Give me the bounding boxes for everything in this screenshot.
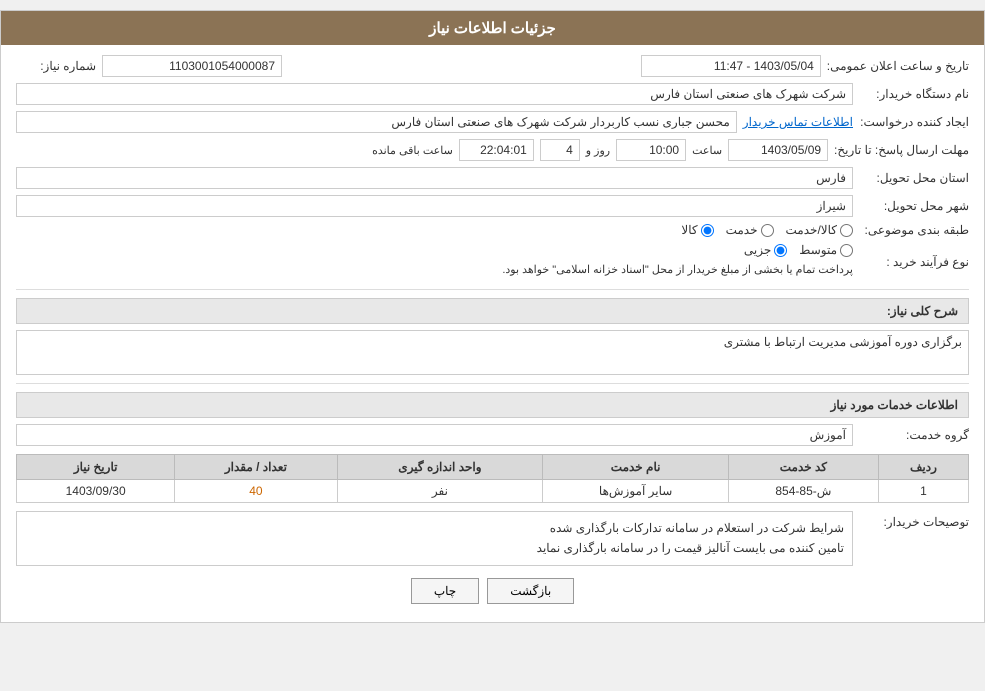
buyer-notes-line1: شرایط شرکت در استعلام در سامانه تدارکات … [25, 518, 844, 538]
creator-link[interactable]: اطلاعات تماس خریدار [743, 115, 853, 129]
deadline-date: 1403/05/09 [728, 139, 828, 161]
description-section-header: شرح کلی نیاز: [16, 298, 969, 324]
process-label-1: جزیی [744, 243, 771, 257]
deadline-remaining-label: ساعت باقی مانده [372, 144, 453, 157]
category-label-3: کالا/خدمت [786, 223, 837, 237]
process-radio-1[interactable] [774, 244, 787, 257]
header-row: تاریخ و ساعت اعلان عمومی: 1403/05/04 - 1… [16, 55, 969, 77]
category-option-1: کالا [681, 223, 713, 237]
services-table: ردیف کد خدمت نام خدمت واحد اندازه گیری ت… [16, 454, 969, 503]
service-group-value: آموزش [16, 424, 853, 446]
page-title: جزئیات اطلاعات نیاز [1, 11, 984, 45]
announce-value: 1403/05/04 - 11:47 [641, 55, 821, 77]
province-row: استان محل تحویل: فارس [16, 167, 969, 189]
services-table-section: ردیف کد خدمت نام خدمت واحد اندازه گیری ت… [16, 454, 969, 503]
category-row: طبقه بندی موضوعی: کالا/خدمت خدمت کالا [16, 223, 969, 237]
process-label: نوع فرآیند خرید : [859, 255, 969, 269]
creator-label: ایجاد کننده درخواست: [859, 115, 969, 129]
process-row: نوع فرآیند خرید : متوسط جزیی پرداخت تمام… [16, 243, 969, 281]
purchase-org-value: شرکت شهرک های صنعتی استان فارس [16, 83, 853, 105]
province-label: استان محل تحویل: [859, 171, 969, 185]
deadline-days-label: روز و [586, 144, 610, 157]
deadline-row: مهلت ارسال پاسخ: تا تاریخ: 1403/05/09 سا… [16, 139, 969, 161]
buyer-notes-label: توصیحات خریدار: [859, 511, 969, 529]
cell-qty: 40 [175, 479, 337, 502]
cell-id: 1 [878, 479, 968, 502]
col-name: نام خدمت [543, 454, 729, 479]
cell-unit: نفر [337, 479, 543, 502]
table-header-row: ردیف کد خدمت نام خدمت واحد اندازه گیری ت… [17, 454, 969, 479]
category-label: طبقه بندی موضوعی: [859, 223, 969, 237]
cell-date: 1403/09/30 [17, 479, 175, 502]
category-radio-1[interactable] [701, 224, 714, 237]
button-row: بازگشت چاپ [16, 578, 969, 604]
deadline-remaining: 22:04:01 [459, 139, 534, 161]
process-label-2: متوسط [799, 243, 837, 257]
category-label-1: کالا [681, 223, 697, 237]
deadline-time: 10:00 [616, 139, 686, 161]
category-option-3: کالا/خدمت [786, 223, 853, 237]
purchase-org-row: نام دستگاه خریدار: شرکت شهرک های صنعتی ا… [16, 83, 969, 105]
col-unit: واحد اندازه گیری [337, 454, 543, 479]
announce-label: تاریخ و ساعت اعلان عمومی: [827, 59, 969, 73]
buyer-notes-line2: تامین کننده می بایست آنالیز قیمت را در س… [25, 538, 844, 558]
cell-code: ش-85-854 [728, 479, 878, 502]
col-qty: تعداد / مقدار [175, 454, 337, 479]
process-option-1: جزیی [744, 243, 787, 257]
deadline-label: مهلت ارسال پاسخ: تا تاریخ: [834, 143, 969, 157]
col-code: کد خدمت [728, 454, 878, 479]
process-radio-group: متوسط جزیی [16, 243, 853, 257]
creator-value: محسن جباری نسب کاربردار شرکت شهرک های صن… [16, 111, 737, 133]
city-label: شهر محل تحویل: [859, 199, 969, 213]
category-radio-group: کالا/خدمت خدمت کالا [16, 223, 853, 237]
province-value: فارس [16, 167, 853, 189]
page-wrapper: جزئیات اطلاعات نیاز تاریخ و ساعت اعلان ع… [0, 10, 985, 623]
services-section-header: اطلاعات خدمات مورد نیاز [16, 392, 969, 418]
content-area: تاریخ و ساعت اعلان عمومی: 1403/05/04 - 1… [1, 45, 984, 622]
col-id: ردیف [878, 454, 968, 479]
purchase-org-label: نام دستگاه خریدار: [859, 87, 969, 101]
cell-name: سایر آموزش‌ها [543, 479, 729, 502]
print-button[interactable]: چاپ [411, 578, 479, 604]
back-button[interactable]: بازگشت [487, 578, 574, 604]
deadline-days: 4 [540, 139, 580, 161]
process-radio-2[interactable] [840, 244, 853, 257]
service-group-label: گروه خدمت: [859, 428, 969, 442]
id-value: 1103001054000087 [102, 55, 282, 77]
category-radio-3[interactable] [840, 224, 853, 237]
buyer-notes-row: توصیحات خریدار: شرایط شرکت در استعلام در… [16, 511, 969, 566]
process-option-2: متوسط [799, 243, 853, 257]
creator-row: ایجاد کننده درخواست: اطلاعات تماس خریدار… [16, 111, 969, 133]
category-radio-2[interactable] [761, 224, 774, 237]
city-value: شیراز [16, 195, 853, 217]
id-label: شماره نیاز: [16, 59, 96, 73]
category-label-2: خدمت [726, 223, 758, 237]
buyer-notes-box: شرایط شرکت در استعلام در سامانه تدارکات … [16, 511, 853, 566]
service-group-row: گروه خدمت: آموزش [16, 424, 969, 446]
process-note: پرداخت تمام یا بخشی از مبلغ خریدار از مح… [16, 261, 853, 281]
city-row: شهر محل تحویل: شیراز [16, 195, 969, 217]
col-date: تاریخ نیاز [17, 454, 175, 479]
description-box: برگزاری دوره آموزشی مدیریت ارتباط با مشت… [16, 330, 969, 375]
table-row: 1 ش-85-854 سایر آموزش‌ها نفر 40 1403/09/… [17, 479, 969, 502]
deadline-time-label: ساعت [692, 144, 722, 157]
category-option-2: خدمت [726, 223, 774, 237]
